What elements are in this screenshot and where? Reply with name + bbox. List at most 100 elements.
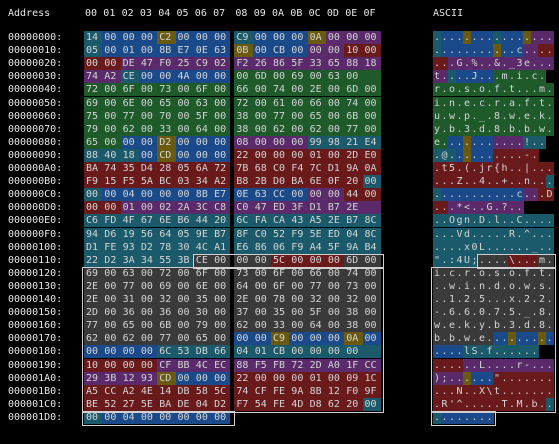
hex-byte[interactable]: 00 — [234, 253, 254, 267]
hex-byte[interactable]: 00 — [102, 201, 122, 215]
hex-byte[interactable]: 00 — [175, 332, 195, 346]
hex-byte[interactable]: 00 — [212, 279, 231, 293]
hex-byte[interactable]: 00 — [138, 83, 159, 97]
hex-byte[interactable]: 75 — [84, 109, 104, 123]
hex-byte[interactable]: 06 — [271, 240, 291, 254]
hex-byte[interactable]: C9 — [193, 57, 214, 71]
hex-byte[interactable]: 74 — [84, 70, 104, 84]
hex-byte[interactable]: 77 — [84, 319, 104, 333]
hex-byte[interactable]: 4C — [193, 358, 214, 372]
ascii-char[interactable]: . — [530, 345, 539, 359]
hex-byte[interactable]: 00 — [289, 135, 309, 149]
hex-byte[interactable]: 00 — [175, 188, 195, 202]
hex-byte[interactable]: 00 — [307, 44, 327, 58]
hex-byte[interactable]: 00 — [252, 83, 272, 97]
hex-byte[interactable]: 00 — [325, 332, 346, 346]
hex-byte[interactable]: C0 — [252, 227, 272, 241]
hex-byte[interactable]: 63 — [325, 70, 346, 84]
hex-byte[interactable]: 19 — [120, 227, 140, 241]
hex-byte[interactable]: 15 — [102, 175, 122, 189]
hex-byte[interactable]: DE — [175, 397, 195, 411]
hex-byte[interactable]: 00 — [325, 319, 346, 333]
hex-byte[interactable]: 00 — [212, 410, 231, 424]
hex-byte[interactable]: 78 — [271, 293, 291, 306]
hex-byte[interactable]: 34 — [193, 175, 214, 189]
hex-byte[interactable]: 3A — [120, 253, 140, 267]
hex-byte[interactable]: 8C — [362, 227, 381, 241]
hex-byte[interactable]: 62 — [325, 397, 346, 411]
hex-byte[interactable]: 69 — [157, 279, 177, 293]
hex-byte[interactable]: 00 — [120, 358, 140, 372]
hex-byte[interactable]: 5A — [138, 175, 159, 189]
hex-byte[interactable]: 00 — [138, 279, 159, 293]
hex-byte[interactable]: 31 — [120, 293, 140, 306]
hex-byte[interactable]: C6 — [84, 214, 104, 228]
hex-byte[interactable]: 20 — [212, 214, 231, 228]
hex-byte[interactable]: 72 — [84, 83, 104, 97]
hex-byte[interactable]: 40 — [102, 148, 122, 162]
hex-byte[interactable]: 09 — [344, 371, 364, 385]
hex-byte[interactable]: 6F — [271, 279, 291, 293]
hex-byte[interactable]: CC — [271, 188, 291, 202]
hex-byte[interactable]: 2D — [344, 148, 364, 162]
hex-byte[interactable]: 00 — [175, 31, 195, 44]
hex-byte[interactable]: 00 — [212, 83, 231, 97]
hex-byte[interactable]: 00 — [325, 371, 346, 385]
hex-byte[interactable]: F0 — [157, 57, 177, 71]
hex-byte[interactable]: 74 — [271, 83, 291, 97]
hex-byte[interactable] — [363, 411, 381, 424]
hex-byte[interactable]: 32 — [307, 293, 327, 306]
hex-byte[interactable]: ED — [271, 201, 291, 215]
hex-byte[interactable]: BC — [157, 175, 177, 189]
hex-byte[interactable]: D2 — [138, 240, 159, 254]
hex-byte[interactable]: 35 — [120, 162, 140, 175]
hex-byte[interactable]: 00 — [212, 109, 231, 123]
hex-byte[interactable]: 70 — [157, 109, 177, 123]
hex-byte[interactable]: 2E — [234, 293, 254, 306]
hex-byte[interactable]: 00 — [175, 148, 195, 162]
hex-byte[interactable] — [308, 411, 327, 424]
hex-byte[interactable]: 00 — [252, 266, 272, 280]
hex-byte[interactable]: 33 — [271, 319, 291, 333]
hex-byte[interactable]: 02 — [212, 57, 231, 71]
hex-byte[interactable]: 00 — [102, 279, 122, 293]
hex-byte[interactable]: 73 — [344, 279, 364, 293]
hex-byte[interactable]: 27 — [120, 397, 140, 411]
hex-byte[interactable]: 00 — [362, 109, 381, 123]
hex-byte[interactable]: E0 — [362, 148, 381, 162]
hex-byte[interactable]: A2 — [102, 70, 122, 84]
hex-byte[interactable]: 6E — [307, 175, 327, 189]
hex-byte[interactable]: 04 — [234, 345, 254, 359]
hex-byte[interactable]: 64 — [307, 319, 327, 333]
hex-byte[interactable]: 00 — [102, 83, 122, 97]
hex-byte[interactable]: 00 — [344, 31, 364, 44]
hex-byte[interactable]: 65 — [157, 96, 177, 110]
hex-byte[interactable]: 9A — [344, 162, 364, 175]
hex-byte[interactable]: 52 — [271, 227, 291, 241]
hex-byte[interactable]: 00 — [138, 135, 159, 149]
ascii-char[interactable]: . — [545, 332, 554, 346]
hex-byte[interactable]: 01 — [120, 201, 140, 215]
hex-byte[interactable]: 00 — [325, 83, 346, 97]
hex-byte[interactable]: 72 — [212, 162, 231, 175]
hex-byte[interactable] — [253, 411, 272, 424]
hex-byte[interactable]: E7 — [212, 188, 231, 202]
hex-byte[interactable]: 43 — [289, 214, 309, 228]
hex-byte[interactable]: 00 — [212, 96, 231, 110]
hex-byte[interactable]: 22 — [84, 253, 104, 267]
hex-byte[interactable]: 00 — [271, 70, 291, 84]
hex-byte[interactable] — [344, 411, 363, 424]
hex-byte[interactable]: FE — [271, 397, 291, 411]
hex-byte[interactable]: 00 — [102, 266, 122, 280]
hex-byte[interactable]: 00 — [289, 371, 309, 385]
hex-byte[interactable]: 00 — [102, 293, 122, 306]
hex-byte[interactable]: 28 — [157, 162, 177, 175]
hex-byte[interactable]: 9A — [289, 384, 309, 398]
hex-byte[interactable]: 26 — [252, 57, 272, 71]
hex-byte[interactable]: 9A — [344, 240, 364, 254]
hex-byte[interactable]: 6E — [120, 96, 140, 110]
hex-byte[interactable]: 00 — [212, 319, 231, 333]
hex-byte[interactable]: 00 — [138, 319, 159, 333]
hex-byte[interactable]: 1F — [344, 358, 364, 372]
hex-byte[interactable]: 00 — [325, 148, 346, 162]
